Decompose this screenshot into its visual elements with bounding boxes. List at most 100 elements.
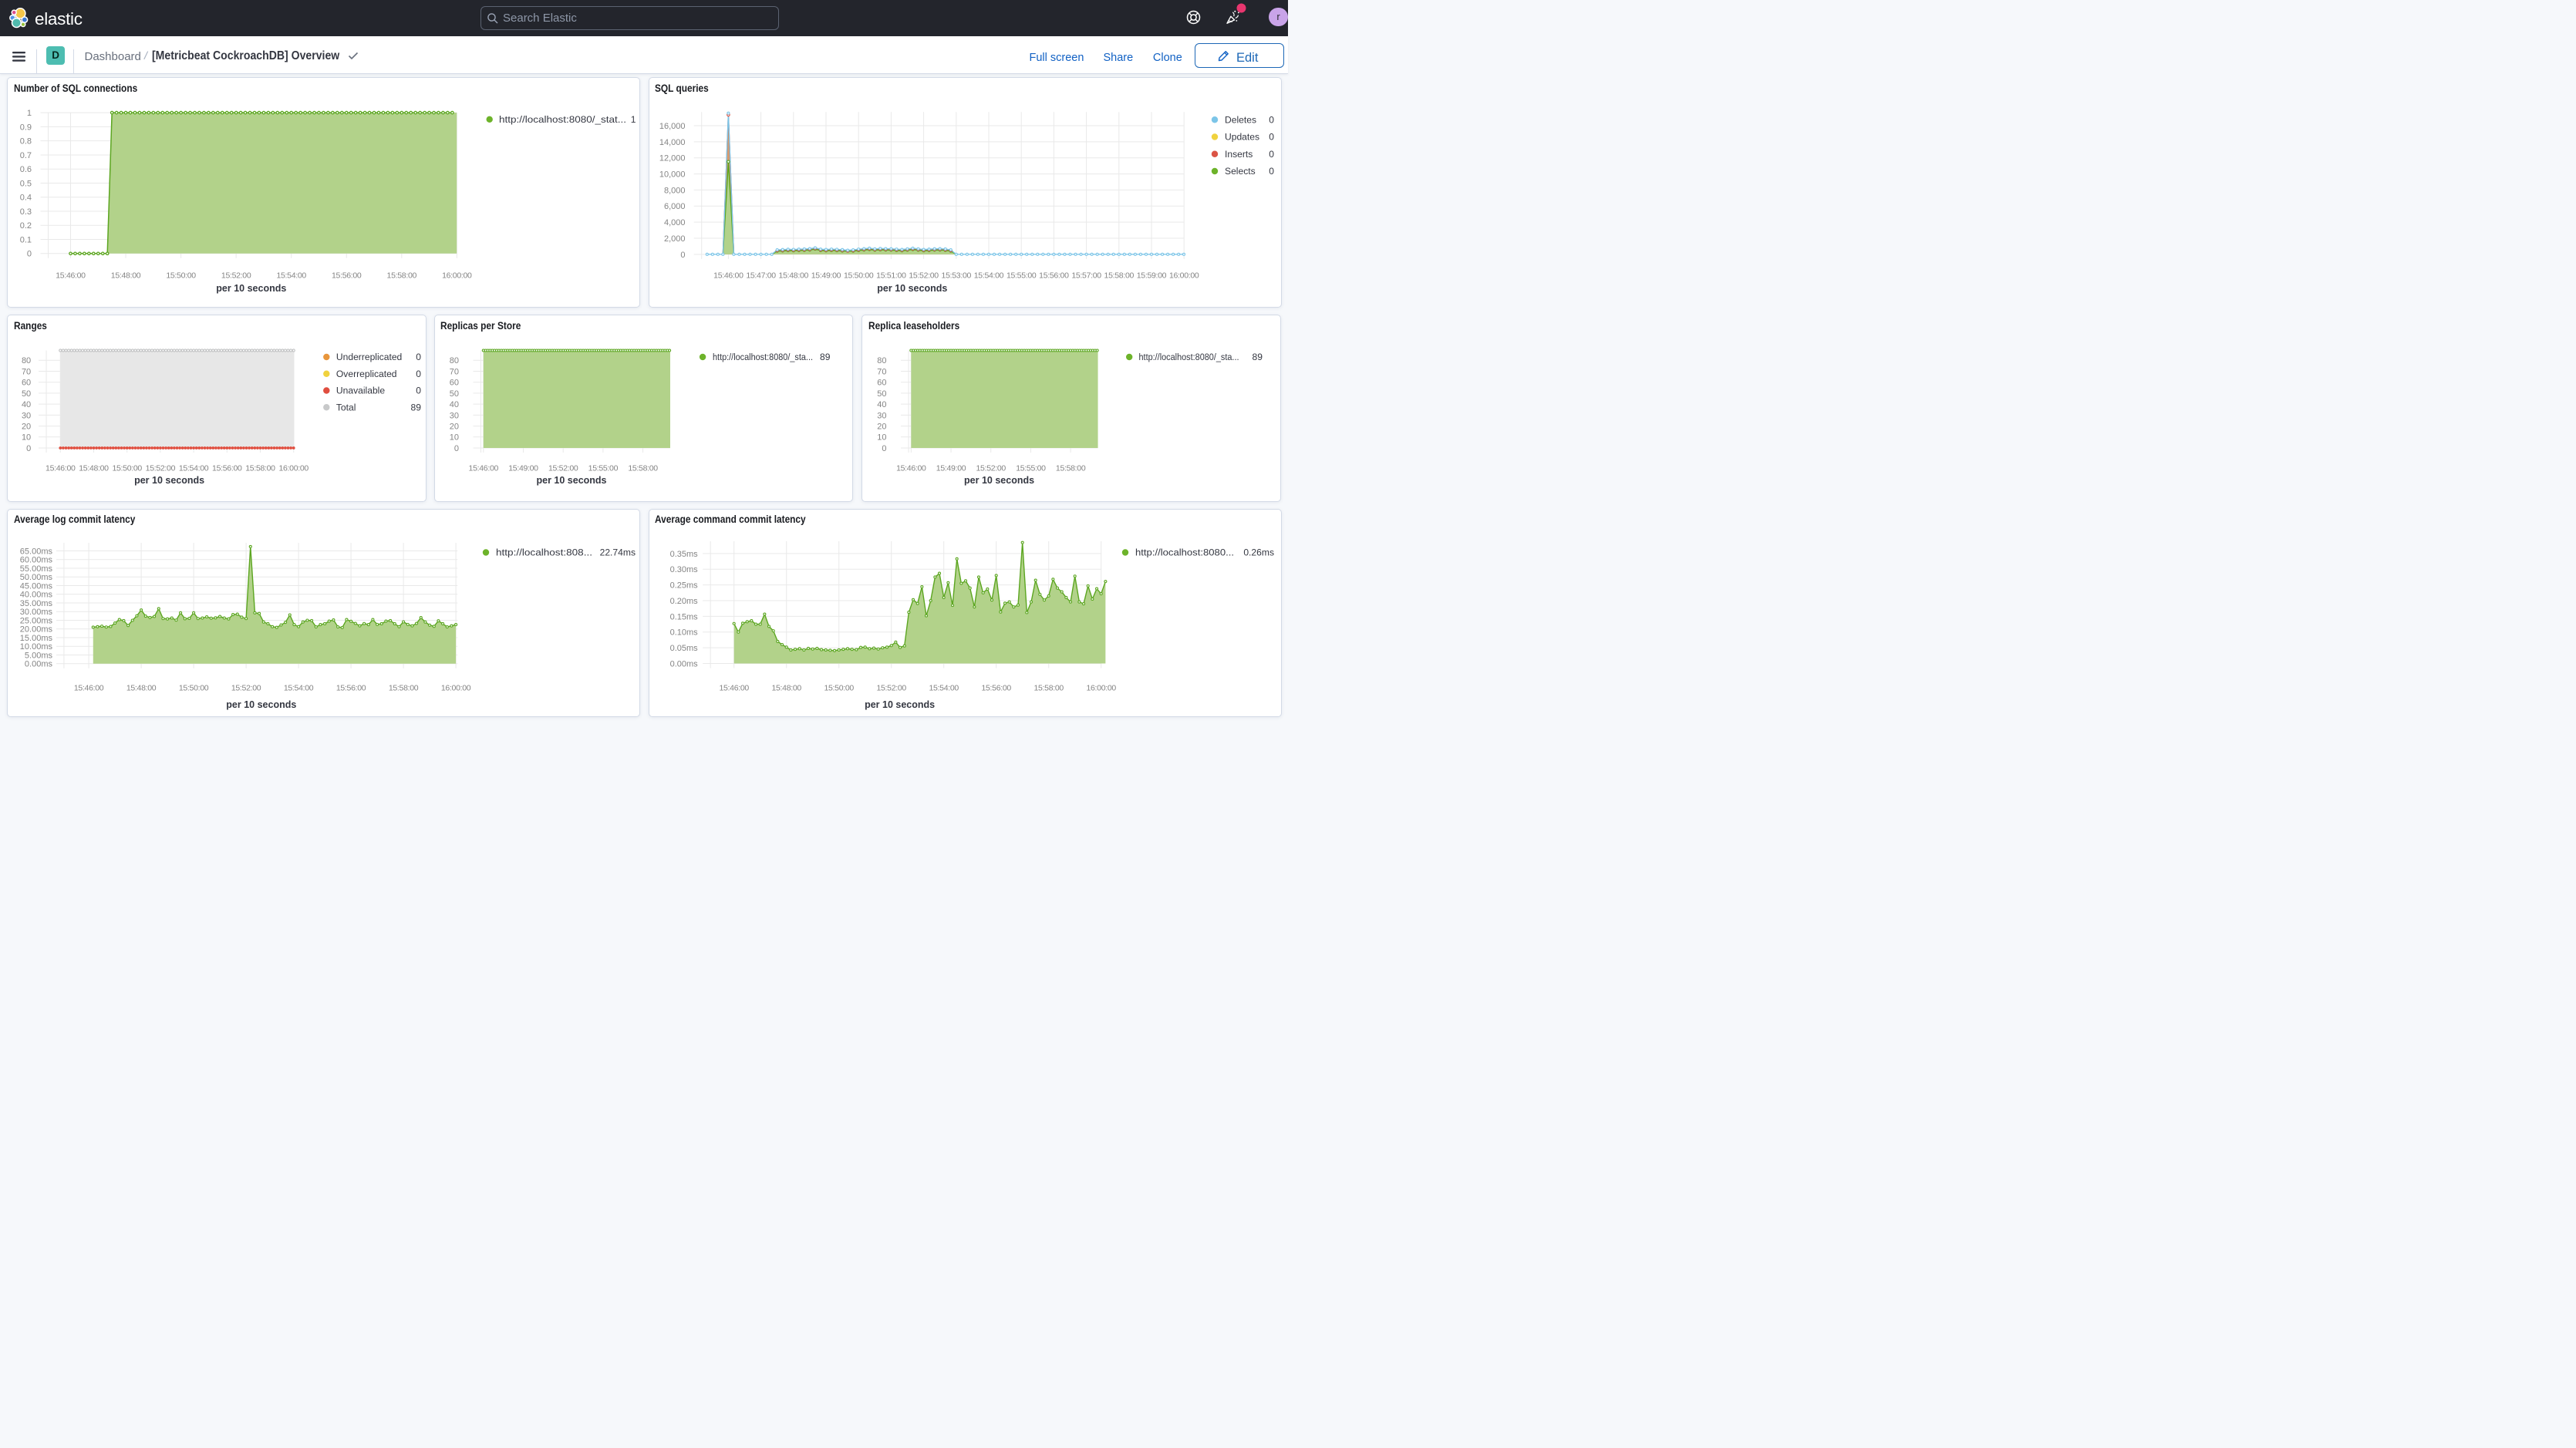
svg-text:per 10 seconds: per 10 seconds: [216, 283, 286, 294]
svg-text:per 10 seconds: per 10 seconds: [536, 475, 606, 486]
svg-text:40.00ms: 40.00ms: [20, 591, 53, 600]
svg-text:Inserts: Inserts: [1225, 149, 1253, 160]
svg-text:15:49:00: 15:49:00: [811, 271, 841, 281]
svg-text:40: 40: [22, 400, 31, 409]
svg-text:http://localhost:8080...: http://localhost:8080...: [1135, 547, 1234, 558]
svg-text:15:52:00: 15:52:00: [909, 271, 939, 281]
svg-text:15:49:00: 15:49:00: [508, 464, 538, 473]
svg-text:15:55:00: 15:55:00: [1006, 271, 1037, 281]
svg-text:50: 50: [877, 389, 886, 399]
svg-text:0.6: 0.6: [20, 165, 32, 174]
svg-text:45.00ms: 45.00ms: [20, 581, 53, 591]
svg-text:30.00ms: 30.00ms: [20, 608, 53, 617]
svg-text:15:52:00: 15:52:00: [146, 464, 176, 473]
svg-text:0.8: 0.8: [20, 137, 32, 146]
svg-text:20.00ms: 20.00ms: [20, 625, 53, 635]
svg-text:0.10ms: 0.10ms: [670, 628, 699, 638]
svg-text:15:54:00: 15:54:00: [974, 271, 1004, 281]
svg-text:15:50:00: 15:50:00: [824, 684, 854, 693]
svg-text:per 10 seconds: per 10 seconds: [877, 283, 947, 294]
svg-text:0.15ms: 0.15ms: [670, 612, 699, 621]
svg-text:4,000: 4,000: [664, 218, 686, 227]
svg-text:70: 70: [22, 367, 31, 376]
svg-text:6,000: 6,000: [664, 202, 686, 211]
svg-text:15:54:00: 15:54:00: [284, 684, 314, 693]
svg-text:15:57:00: 15:57:00: [1071, 271, 1101, 281]
svg-text:15:49:00: 15:49:00: [936, 464, 966, 473]
svg-text:16:00:00: 16:00:00: [278, 464, 309, 473]
svg-text:0.5: 0.5: [20, 179, 32, 188]
svg-text:15:48:00: 15:48:00: [126, 684, 157, 693]
svg-text:0.3: 0.3: [20, 207, 32, 217]
svg-text:0: 0: [1269, 132, 1274, 143]
svg-text:0.4: 0.4: [20, 194, 32, 203]
svg-text:per 10 seconds: per 10 seconds: [226, 699, 296, 710]
svg-text:15:55:00: 15:55:00: [588, 464, 619, 473]
svg-text:15:47:00: 15:47:00: [746, 271, 776, 281]
svg-text:10: 10: [22, 433, 31, 443]
svg-text:12,000: 12,000: [659, 154, 686, 163]
svg-text:0: 0: [1269, 166, 1274, 177]
svg-text:Deletes: Deletes: [1225, 114, 1256, 125]
svg-text:15:50:00: 15:50:00: [179, 684, 209, 693]
svg-text:0.20ms: 0.20ms: [670, 597, 699, 606]
svg-text:http://localhost:8080/_sta...: http://localhost:8080/_sta...: [1139, 352, 1239, 362]
svg-text:Updates: Updates: [1225, 132, 1259, 143]
svg-text:0.7: 0.7: [20, 151, 32, 160]
svg-text:0: 0: [416, 386, 421, 396]
svg-text:15:50:00: 15:50:00: [844, 271, 874, 281]
svg-text:10: 10: [877, 433, 886, 443]
svg-text:2,000: 2,000: [664, 234, 686, 244]
svg-text:0: 0: [1269, 114, 1274, 125]
svg-text:0.00ms: 0.00ms: [670, 659, 699, 668]
svg-text:Overreplicated: Overreplicated: [336, 369, 397, 379]
svg-text:16:00:00: 16:00:00: [441, 684, 471, 693]
svg-text:15:58:00: 15:58:00: [1033, 684, 1064, 693]
svg-text:15:51:00: 15:51:00: [876, 271, 906, 281]
svg-text:15:48:00: 15:48:00: [771, 684, 801, 693]
svg-text:15:46:00: 15:46:00: [719, 684, 749, 693]
svg-text:35.00ms: 35.00ms: [20, 599, 53, 608]
svg-text:15:58:00: 15:58:00: [628, 464, 658, 473]
svg-text:0.30ms: 0.30ms: [670, 565, 699, 574]
svg-text:per 10 seconds: per 10 seconds: [134, 475, 204, 486]
svg-text:0.25ms: 0.25ms: [670, 581, 699, 591]
svg-text:1: 1: [631, 114, 636, 125]
svg-text:5.00ms: 5.00ms: [25, 651, 53, 660]
svg-text:30: 30: [22, 411, 31, 420]
svg-text:30: 30: [877, 411, 886, 420]
svg-text:60: 60: [877, 379, 886, 388]
svg-text:50.00ms: 50.00ms: [20, 573, 53, 582]
svg-text:89: 89: [820, 352, 831, 362]
svg-text:0: 0: [416, 352, 421, 362]
svg-text:80: 80: [22, 356, 31, 365]
svg-text:0: 0: [454, 444, 459, 453]
svg-text:15:52:00: 15:52:00: [548, 464, 578, 473]
svg-text:15:52:00: 15:52:00: [221, 271, 251, 281]
svg-text:16,000: 16,000: [659, 122, 686, 131]
svg-text:15:58:00: 15:58:00: [245, 464, 275, 473]
svg-text:60: 60: [22, 379, 31, 388]
svg-text:per 10 seconds: per 10 seconds: [964, 475, 1034, 486]
svg-text:15:56:00: 15:56:00: [212, 464, 242, 473]
svg-text:25.00ms: 25.00ms: [20, 616, 53, 625]
svg-text:per 10 seconds: per 10 seconds: [865, 699, 935, 710]
svg-text:8,000: 8,000: [664, 186, 686, 195]
svg-text:70: 70: [877, 367, 886, 376]
svg-text:0.35ms: 0.35ms: [670, 550, 699, 559]
svg-text:30: 30: [450, 411, 459, 420]
svg-text:15.00ms: 15.00ms: [20, 634, 53, 643]
svg-text:0: 0: [27, 250, 32, 259]
svg-text:50: 50: [22, 389, 31, 399]
svg-text:15:52:00: 15:52:00: [976, 464, 1006, 473]
svg-text:15:46:00: 15:46:00: [469, 464, 499, 473]
svg-text:15:54:00: 15:54:00: [929, 684, 959, 693]
svg-text:89: 89: [411, 402, 422, 413]
svg-text:15:50:00: 15:50:00: [112, 464, 142, 473]
svg-text:Unavailable: Unavailable: [336, 386, 385, 396]
svg-text:http://localhost:8080/_sta...: http://localhost:8080/_sta...: [713, 352, 813, 362]
svg-text:15:58:00: 15:58:00: [387, 271, 417, 281]
svg-text:50: 50: [450, 389, 459, 399]
svg-text:0: 0: [26, 444, 31, 453]
svg-text:Selects: Selects: [1225, 166, 1256, 177]
